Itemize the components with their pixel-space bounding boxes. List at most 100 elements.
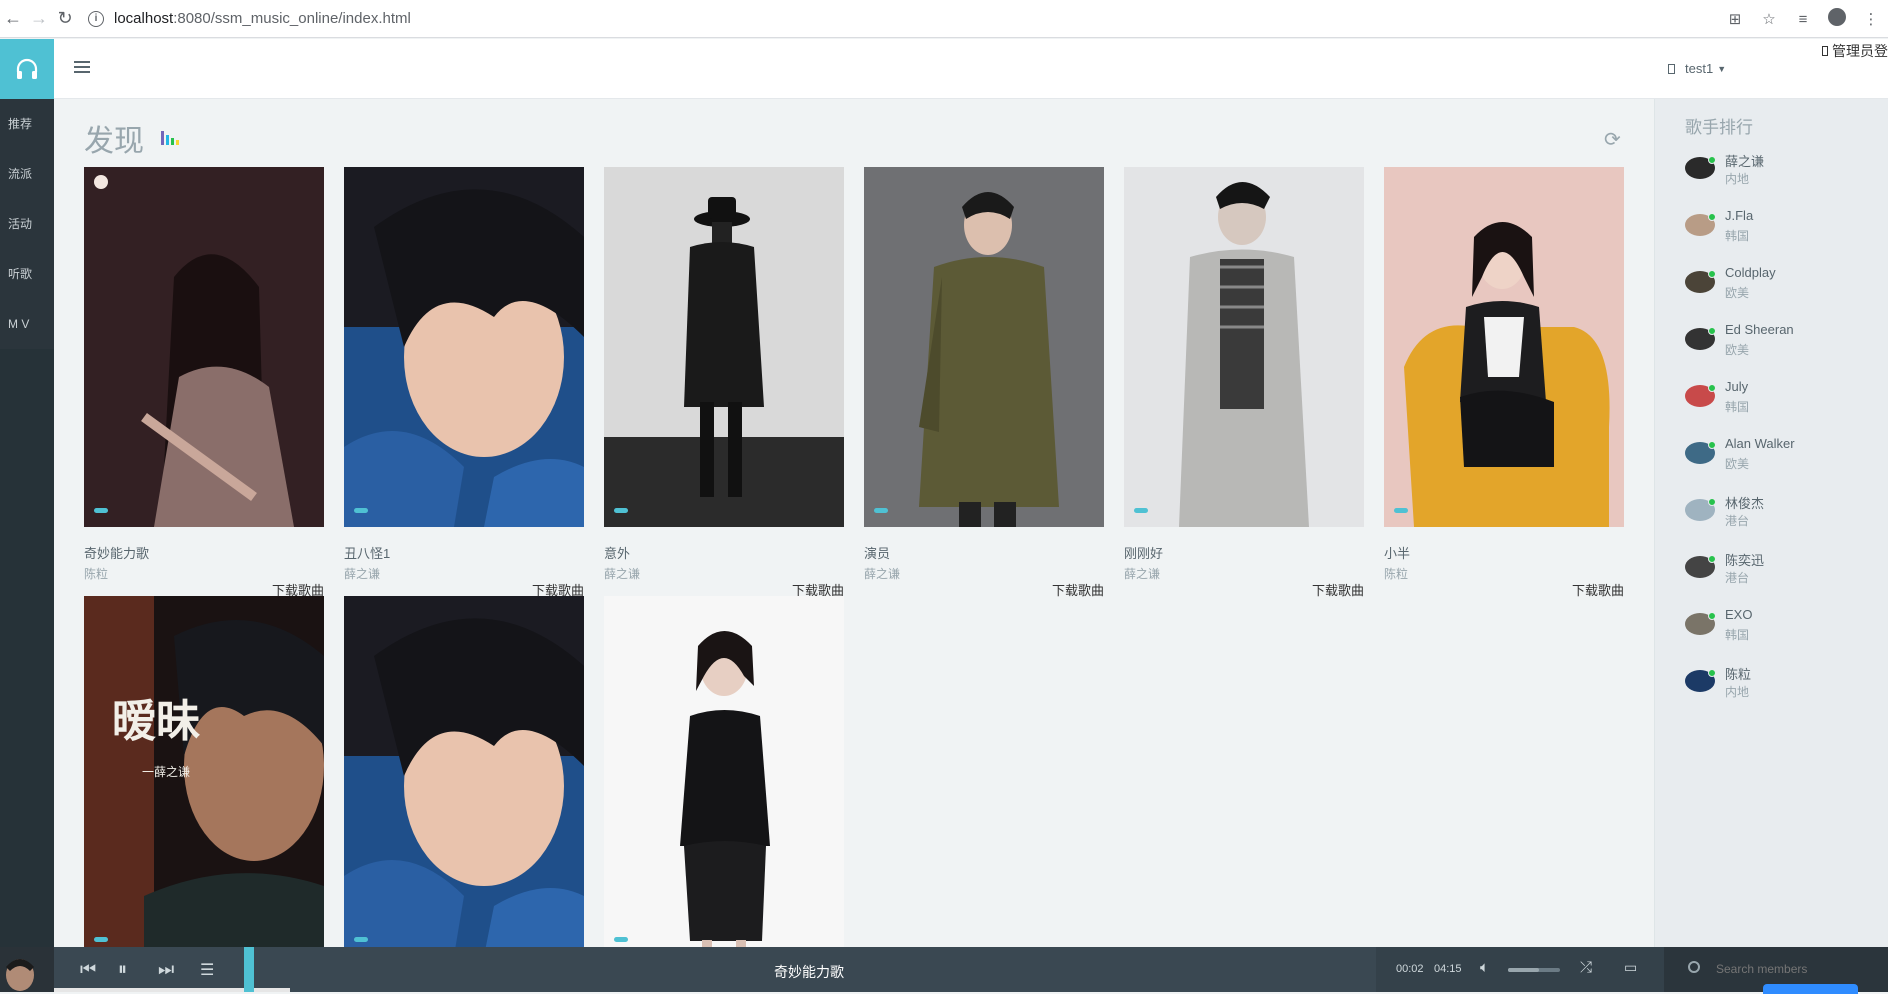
song-card[interactable]: 刚刚好 薛之谦 下载歌曲: [1124, 167, 1364, 599]
artist-name: 陈奕迅: [1725, 553, 1765, 568]
reload-icon[interactable]: ↻: [52, 6, 78, 32]
search-icon: [1688, 961, 1700, 973]
song-title[interactable]: 意外: [604, 543, 844, 562]
sidebar: 推荐 流派 活动 听歌 M V: [0, 99, 54, 992]
online-status-dot: [1708, 612, 1716, 620]
back-icon[interactable]: ←: [0, 6, 26, 32]
bar-chart-icon: [161, 131, 179, 145]
progress-handle[interactable]: [244, 947, 254, 992]
play-indicator: [1394, 508, 1408, 513]
artist-region: 欧美: [1725, 286, 1750, 300]
song-cover[interactable]: [604, 596, 844, 947]
download-link[interactable]: 下载歌曲: [1124, 580, 1364, 599]
artist-region: 港台: [1725, 571, 1750, 585]
play-indicator: [94, 508, 108, 513]
song-card[interactable]: 演员 薛之谦 下载歌曲: [864, 167, 1104, 599]
song-cover[interactable]: [344, 167, 584, 527]
cover-image: [864, 167, 1104, 527]
progress-track[interactable]: [54, 988, 290, 992]
shuffle-icon[interactable]: ⤮: [1580, 959, 1592, 976]
song-card[interactable]: 暧昧 一薛之谦: [84, 596, 324, 947]
song-card[interactable]: 意外 薛之谦 下载歌曲: [604, 167, 844, 599]
online-status-dot: [1708, 498, 1716, 506]
cover-image: [1384, 167, 1624, 527]
song-title[interactable]: 演员: [864, 543, 1104, 562]
headphones-icon: [16, 58, 38, 79]
song-cover[interactable]: [864, 167, 1104, 527]
volume-icon[interactable]: 🔈︎: [1480, 959, 1489, 976]
artist-item[interactable]: July 韩国: [1685, 379, 1885, 423]
artist-item[interactable]: 薛之谦 内地: [1685, 151, 1885, 195]
song-card[interactable]: [604, 596, 844, 947]
artist-region: 韩国: [1725, 229, 1750, 243]
song-title[interactable]: 丑八怪1: [344, 543, 584, 562]
online-status-dot: [1708, 156, 1716, 164]
admin-login-link[interactable]: 管理员登: [1822, 41, 1888, 61]
cover-image: [604, 596, 844, 947]
play-indicator: [94, 937, 108, 942]
screen-icon[interactable]: ▭: [1624, 959, 1637, 976]
artist-region: 内地: [1725, 172, 1750, 186]
site-info-icon[interactable]: i: [88, 10, 104, 27]
sidebar-item-genre[interactable]: 流派: [0, 149, 54, 199]
translate-icon[interactable]: ⊞: [1718, 10, 1752, 28]
download-link[interactable]: 下载歌曲: [1384, 580, 1624, 599]
song-cover[interactable]: 暧昧 一薛之谦: [84, 596, 324, 947]
cover-image: 暧昧 一薛之谦: [84, 596, 324, 947]
search-input[interactable]: [1716, 959, 1876, 979]
chat-badge[interactable]: [1763, 984, 1858, 994]
sidebar-item-mv[interactable]: M V: [0, 299, 54, 349]
url-host: localhost: [114, 10, 174, 27]
song-cover[interactable]: [84, 167, 324, 527]
artist-item[interactable]: EXO 韩国: [1685, 607, 1885, 651]
previous-icon[interactable]: ⏮: [80, 959, 96, 980]
artist-item[interactable]: 陈奕迅 港台: [1685, 550, 1885, 594]
bookmark-star-icon[interactable]: ☆: [1752, 10, 1786, 28]
app-header: test1 ▼ 管理员登: [54, 39, 1888, 99]
artist-item[interactable]: 林俊杰 港台: [1685, 493, 1885, 537]
media-list-icon[interactable]: ≡: [1786, 11, 1820, 28]
volume-slider[interactable]: [1508, 968, 1560, 972]
app-logo[interactable]: [0, 39, 54, 99]
download-link[interactable]: 下载歌曲: [864, 580, 1104, 599]
playlist-icon[interactable]: ☰: [200, 960, 214, 980]
song-cover[interactable]: [604, 167, 844, 527]
user-icon: [1668, 63, 1675, 74]
play-indicator: [354, 937, 368, 942]
song-cover[interactable]: [1384, 167, 1624, 527]
music-player: ⏮ ⏸ ⏭ ☰ 奇妙能力歌 00:02 04:15 🔈︎ ⤮ ▭: [0, 947, 1888, 994]
pause-icon[interactable]: ⏸: [118, 959, 127, 980]
artist-item[interactable]: J.Fla 韩国: [1685, 208, 1885, 252]
artist-name: Ed Sheeran: [1725, 322, 1794, 337]
song-card[interactable]: 奇妙能力歌 陈粒 下载歌曲: [84, 167, 324, 599]
admin-icon: [1822, 46, 1828, 56]
sidebar-item-recommend[interactable]: 推荐: [0, 99, 54, 149]
artist-name: 陈粒: [1725, 667, 1752, 682]
sidebar-item-events[interactable]: 活动: [0, 199, 54, 249]
artist-item[interactable]: 陈粒 内地: [1685, 664, 1885, 708]
sidebar-item-listen[interactable]: 听歌: [0, 249, 54, 299]
song-card[interactable]: 小半 陈粒 下载歌曲: [1384, 167, 1624, 599]
song-cover[interactable]: [1124, 167, 1364, 527]
artist-item[interactable]: Coldplay 欧美: [1685, 265, 1885, 309]
menu-toggle-icon[interactable]: [74, 61, 90, 75]
song-card[interactable]: 丑八怪1 薛之谦 下载歌曲: [344, 167, 584, 599]
address-bar[interactable]: i localhost:8080/ssm_music_online/index.…: [88, 10, 411, 27]
song-card[interactable]: [344, 596, 584, 947]
song-cover[interactable]: [344, 596, 584, 947]
artist-region: 欧美: [1725, 343, 1750, 357]
song-title[interactable]: 小半: [1384, 543, 1624, 562]
next-icon[interactable]: ⏭: [158, 959, 174, 980]
artist-item[interactable]: Ed Sheeran 欧美: [1685, 322, 1885, 366]
now-playing-thumbnail[interactable]: [0, 947, 54, 992]
forward-icon[interactable]: →: [26, 6, 52, 32]
profile-icon[interactable]: [1820, 8, 1854, 30]
song-title[interactable]: 刚刚好: [1124, 543, 1364, 562]
user-dropdown[interactable]: test1 ▼: [1668, 61, 1726, 76]
url-path: :8080/ssm_music_online/index.html: [173, 10, 411, 27]
song-title[interactable]: 奇妙能力歌: [84, 543, 324, 562]
artist-item[interactable]: Alan Walker 欧美: [1685, 436, 1885, 480]
refresh-icon[interactable]: ⟳: [1604, 127, 1624, 151]
menu-dots-icon[interactable]: ⋮: [1854, 10, 1888, 28]
cover-text: 暧昧: [112, 696, 200, 747]
